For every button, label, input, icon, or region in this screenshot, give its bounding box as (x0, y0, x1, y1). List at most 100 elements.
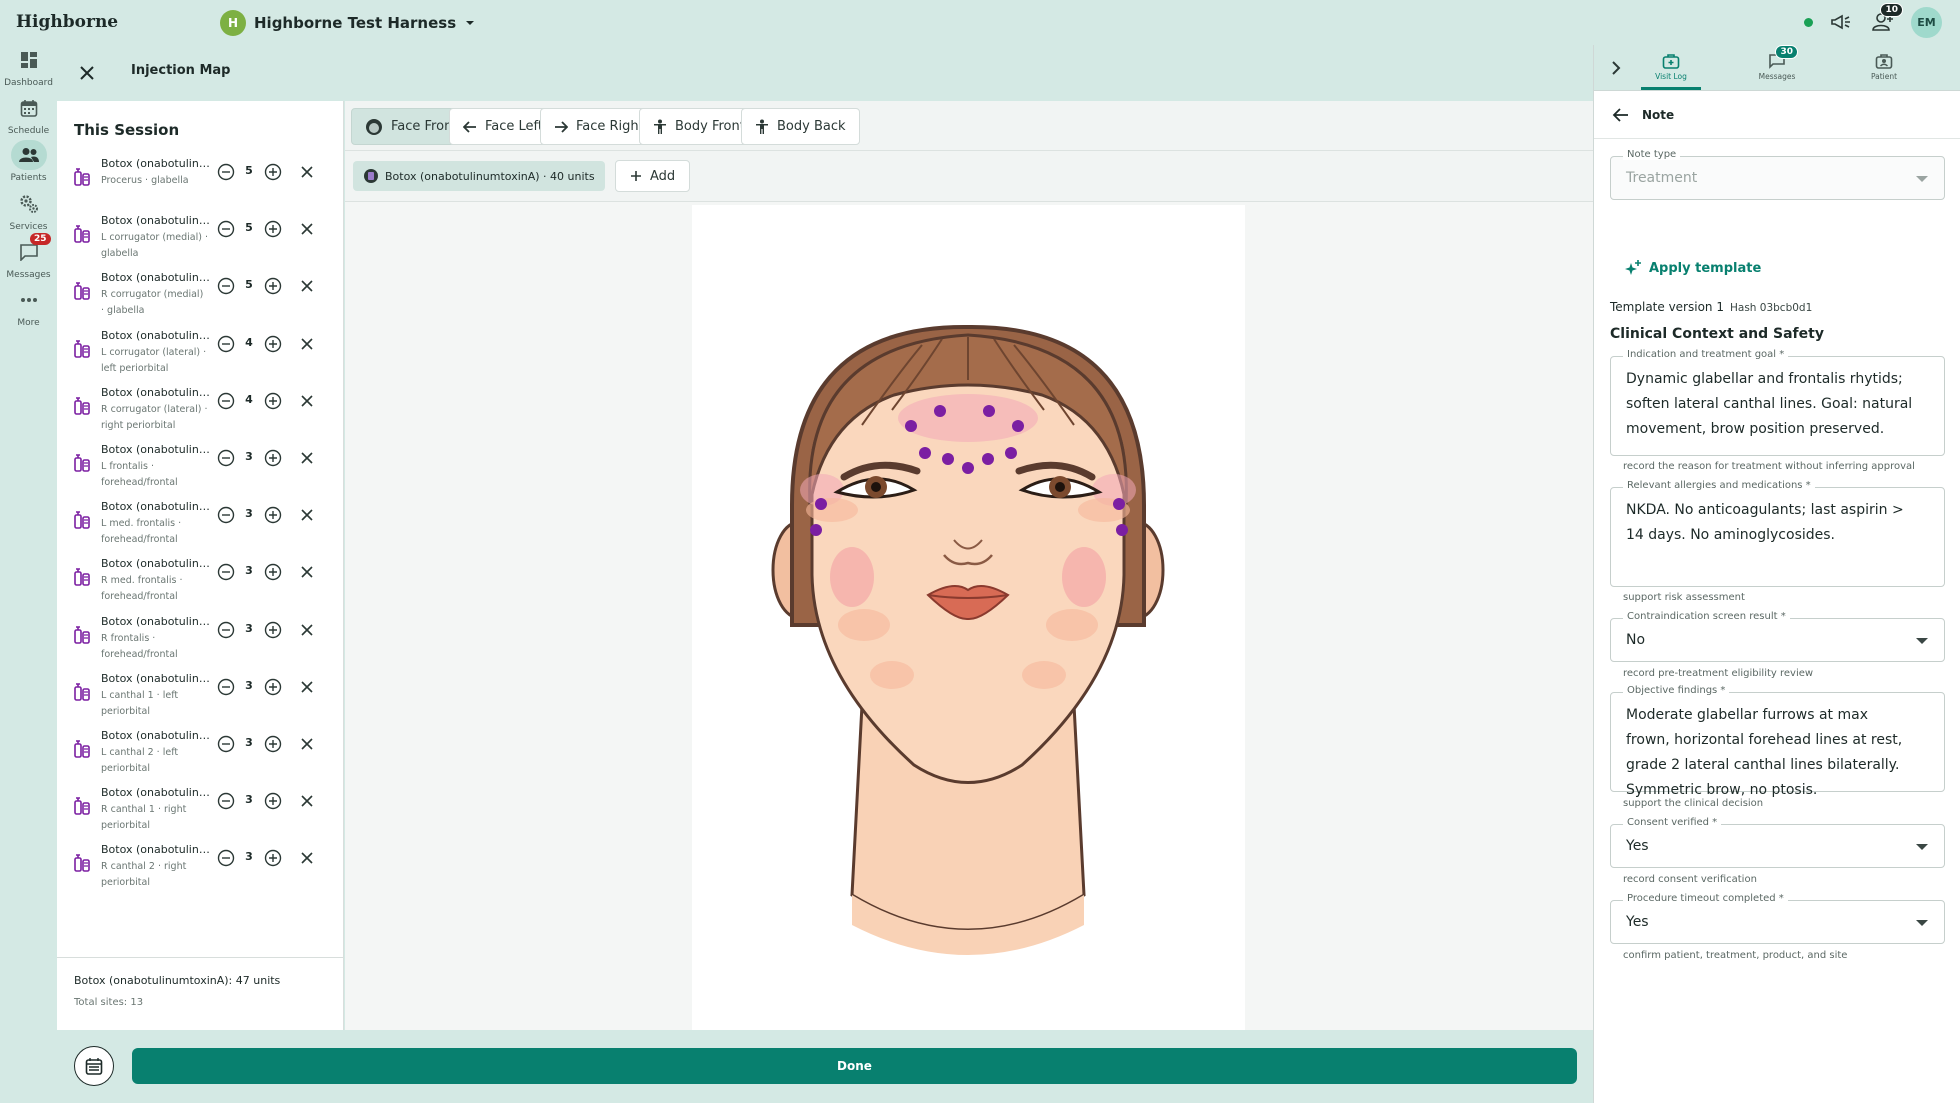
apply-template-button[interactable]: Apply template (1625, 260, 1761, 276)
nav-patients[interactable]: Patients (0, 140, 57, 183)
consent-select[interactable]: Consent verified * Yes (1610, 817, 1945, 868)
close-icon[interactable] (300, 165, 314, 179)
plus-circle-icon[interactable] (264, 621, 282, 639)
tab-patient[interactable]: Patient (1844, 51, 1924, 81)
user-requests-icon[interactable]: 10 (1869, 3, 1903, 36)
note-type-select[interactable]: Note type Treatment (1610, 149, 1945, 200)
minus-circle-icon[interactable] (217, 220, 235, 238)
procedure-timeout-select[interactable]: Procedure timeout completed * Yes (1610, 893, 1945, 944)
list-item[interactable]: Botox (onabotulinumtoxinA) L corrugator (… (57, 214, 344, 271)
injection-site: L canthal 1 · left periorbital (101, 689, 179, 717)
close-icon[interactable] (300, 279, 314, 293)
close-icon[interactable] (300, 565, 314, 579)
plus-circle-icon[interactable] (264, 277, 282, 295)
injection-marker[interactable] (934, 405, 946, 417)
close-icon[interactable] (300, 680, 314, 694)
injection-marker[interactable] (905, 420, 917, 432)
close-icon[interactable] (300, 851, 314, 865)
nav-services[interactable]: Services (0, 189, 57, 232)
plus-circle-icon[interactable] (264, 335, 282, 353)
tab-visit-log[interactable]: Visit Log (1631, 51, 1711, 81)
close-icon[interactable] (300, 623, 314, 637)
minus-circle-icon[interactable] (217, 277, 235, 295)
plus-circle-icon[interactable] (264, 449, 282, 467)
close-icon[interactable] (300, 451, 314, 465)
plus-circle-icon[interactable] (264, 392, 282, 410)
injection-marker[interactable] (919, 447, 931, 459)
list-item[interactable]: Botox (onabotulinumtoxinA) R med. frontal… (57, 557, 344, 614)
minus-circle-icon[interactable] (217, 621, 235, 639)
allergies-field[interactable]: Relevant allergies and medications * NKD… (1610, 480, 1945, 587)
objective-findings-field[interactable]: Objective findings * Moderate glabellar … (1610, 685, 1945, 798)
injection-marker[interactable] (982, 453, 994, 465)
indication-field[interactable]: Indication and treatment goal * Dynamic … (1610, 349, 1945, 456)
add-product-button[interactable]: Add (615, 160, 691, 192)
list-item[interactable]: Botox (onabotulinumtoxinA) R corrugator (… (57, 271, 344, 328)
plus-circle-icon[interactable] (264, 735, 282, 753)
injection-marker[interactable] (1012, 420, 1024, 432)
plus-circle-icon[interactable] (264, 563, 282, 581)
minus-circle-icon[interactable] (217, 678, 235, 696)
list-item[interactable]: Botox (onabotulinumtoxinA) R canthal 1 · … (57, 786, 344, 843)
user-avatar[interactable]: EM (1911, 6, 1942, 38)
close-icon[interactable] (300, 508, 314, 522)
close-icon[interactable] (300, 737, 314, 751)
org-switcher[interactable]: H Highborne Test Harness (220, 8, 476, 37)
minus-circle-icon[interactable] (217, 735, 235, 753)
minus-circle-icon[interactable] (217, 335, 235, 353)
minus-circle-icon[interactable] (217, 449, 235, 467)
list-item[interactable]: Botox (onabotulinumtoxinA) L med. frontal… (57, 500, 344, 557)
minus-circle-icon[interactable] (217, 392, 235, 410)
plus-circle-icon[interactable] (264, 792, 282, 810)
tab-messages[interactable]: 30 Messages (1737, 45, 1817, 81)
plus-circle-icon[interactable] (264, 220, 282, 238)
plus-circle-icon[interactable] (264, 506, 282, 524)
plus-circle-icon[interactable] (264, 849, 282, 867)
injection-marker[interactable] (942, 453, 954, 465)
injection-marker[interactable] (1005, 447, 1017, 459)
minus-circle-icon[interactable] (217, 563, 235, 581)
list-item[interactable]: Botox (onabotulinumtoxinA) R canthal 2 · … (57, 843, 344, 900)
list-item[interactable]: Botox (onabotulinumtoxinA) L canthal 1 · … (57, 672, 344, 729)
minus-circle-icon[interactable] (217, 792, 235, 810)
nav-schedule[interactable]: Schedule (0, 93, 57, 136)
minus-circle-icon[interactable] (217, 849, 235, 867)
face-diagram[interactable] (692, 205, 1245, 1030)
field-label: Indication and treatment goal * (1623, 349, 1789, 360)
close-icon[interactable] (300, 337, 314, 351)
list-item[interactable]: Botox (onabotulinumtoxinA) L canthal 2 · … (57, 729, 344, 786)
list-item[interactable]: Botox (onabotulinumtoxinA) L corrugator (… (57, 329, 344, 386)
injection-marker[interactable] (983, 405, 995, 417)
minus-circle-icon[interactable] (217, 163, 235, 181)
list-item[interactable]: Botox (onabotulinumtoxinA) R corrugator (… (57, 386, 344, 443)
medical-bag-icon (1660, 51, 1682, 71)
injection-marker[interactable] (962, 462, 974, 474)
tab-body-back[interactable]: Body Back (741, 108, 860, 145)
nav-dashboard[interactable]: Dashboard (0, 45, 57, 88)
done-button[interactable]: Done (132, 1048, 1577, 1084)
injection-marker[interactable] (815, 498, 827, 510)
injection-marker[interactable] (1116, 524, 1128, 536)
list-item[interactable]: Botox (onabotulinumtoxinA) R frontalis · … (57, 615, 344, 672)
nav-more[interactable]: More (0, 285, 57, 328)
chevron-right-icon[interactable] (1606, 58, 1626, 78)
list-item[interactable]: Botox (onabotulinumtoxinA) Procerus · gla… (57, 157, 344, 214)
announcements-icon[interactable] (1827, 8, 1855, 36)
contraindication-select[interactable]: Contraindication screen result * No (1610, 611, 1945, 662)
nav-messages[interactable]: 25 Messages (0, 233, 57, 280)
back-arrow-icon[interactable] (1612, 106, 1630, 124)
plus-circle-icon[interactable] (264, 678, 282, 696)
list-item[interactable]: Botox (onabotulinumtoxinA) L frontalis · … (57, 443, 344, 500)
close-icon[interactable] (74, 60, 100, 86)
minus-circle-icon[interactable] (217, 506, 235, 524)
schedule-button[interactable] (74, 1046, 114, 1086)
plus-circle-icon[interactable] (264, 163, 282, 181)
close-icon[interactable] (300, 794, 314, 808)
injection-units: 3 (245, 507, 253, 521)
brand-logo[interactable]: Highborne (16, 12, 118, 32)
product-chip[interactable]: Botox (onabotulinumtoxinA) · 40 units (353, 161, 605, 191)
close-icon[interactable] (300, 394, 314, 408)
injection-marker[interactable] (1113, 498, 1125, 510)
injection-marker[interactable] (810, 524, 822, 536)
close-icon[interactable] (300, 222, 314, 236)
